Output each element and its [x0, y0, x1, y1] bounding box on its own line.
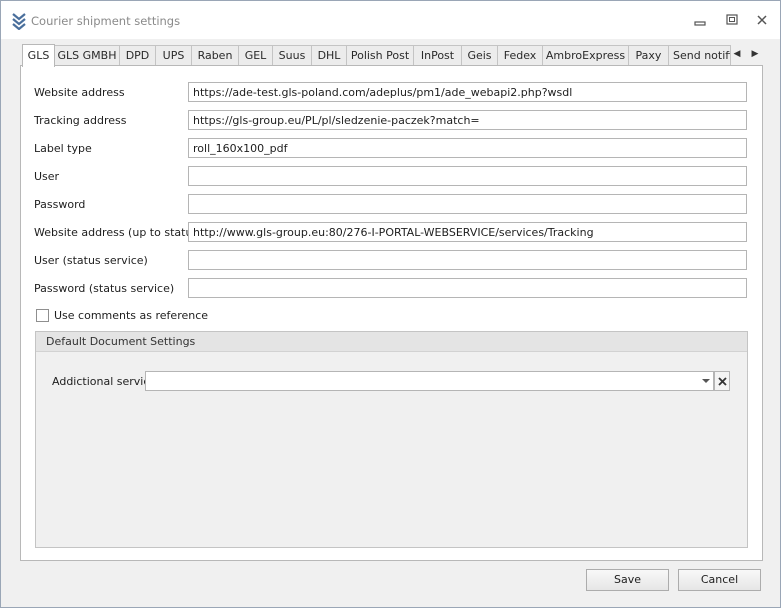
dialog-window: Courier shipment settings GLS GLS GMBH D… — [0, 0, 781, 608]
group-header: Default Document Settings — [36, 332, 747, 352]
cancel-button[interactable]: Cancel — [678, 569, 761, 591]
tab-dpd[interactable]: DPD — [120, 45, 156, 66]
tab-gel[interactable]: GEL — [239, 45, 273, 66]
use-comments-checkbox[interactable] — [36, 308, 49, 322]
status-password-label: Password (status service) — [34, 282, 175, 295]
password-field[interactable] — [188, 194, 747, 214]
tracking-address-field[interactable] — [188, 110, 747, 130]
password-label: Password — [34, 198, 86, 211]
courier-tabs: GLS GLS GMBH DPD UPS Raben GEL Suus DHL … — [22, 44, 764, 67]
tab-ambroexpress[interactable]: AmbroExpress — [543, 45, 629, 66]
website-address-field[interactable] — [188, 82, 747, 102]
status-user-label: User (status service) — [34, 254, 148, 267]
status-website-address-field[interactable] — [188, 222, 747, 242]
tracking-address-label: Tracking address — [34, 114, 127, 127]
tab-send-notification[interactable]: Send notific — [669, 45, 731, 66]
tab-gls[interactable]: GLS — [22, 44, 55, 67]
website-address-label: Website address — [34, 86, 125, 99]
tab-fedex[interactable]: Fedex — [498, 45, 543, 66]
tab-suus[interactable]: Suus — [273, 45, 312, 66]
tab-geis[interactable]: Geis — [462, 45, 498, 66]
additional-service-label: Addictional service — [52, 375, 157, 388]
status-website-address-label: Website address (up to status) — [34, 226, 203, 239]
tab-scroll-left-icon[interactable]: ◀ — [731, 47, 743, 61]
tab-ups[interactable]: UPS — [156, 45, 192, 66]
additional-service-combo[interactable] — [145, 371, 714, 391]
tab-scroll-right-icon[interactable]: ▶ — [749, 47, 761, 61]
status-password-field[interactable] — [188, 278, 747, 298]
user-field[interactable] — [188, 166, 747, 186]
chevron-down-icon[interactable] — [698, 372, 713, 390]
user-label: User — [34, 170, 60, 183]
tab-raben[interactable]: Raben — [192, 45, 239, 66]
label-type-label: Label type — [34, 142, 92, 155]
window-title: Courier shipment settings — [31, 14, 181, 28]
label-type-field[interactable] — [188, 138, 747, 158]
title-bar: Courier shipment settings — [1, 1, 780, 39]
tab-inpost[interactable]: InPost — [414, 45, 462, 66]
status-user-field[interactable] — [188, 250, 747, 270]
group-title: Default Document Settings — [46, 335, 196, 348]
tab-gls-gmbh[interactable]: GLS GMBH — [55, 45, 120, 66]
gls-settings-panel: Website address Tracking address Label t… — [20, 65, 763, 561]
tab-polish-post[interactable]: Polish Post — [347, 45, 414, 66]
use-comments-row: Use comments as reference — [36, 308, 208, 322]
clear-icon[interactable] — [714, 371, 730, 391]
save-button[interactable]: Save — [586, 569, 669, 591]
close-icon[interactable] — [754, 12, 770, 28]
use-comments-label: Use comments as reference — [54, 308, 209, 322]
maximize-icon[interactable] — [724, 12, 740, 28]
tab-dhl[interactable]: DHL — [312, 45, 347, 66]
chevrons-down-icon — [11, 12, 27, 31]
tab-paxy[interactable]: Paxy — [629, 45, 669, 66]
default-document-settings-group: Default Document Settings Addictional se… — [35, 331, 748, 548]
minimize-icon[interactable] — [692, 12, 708, 28]
